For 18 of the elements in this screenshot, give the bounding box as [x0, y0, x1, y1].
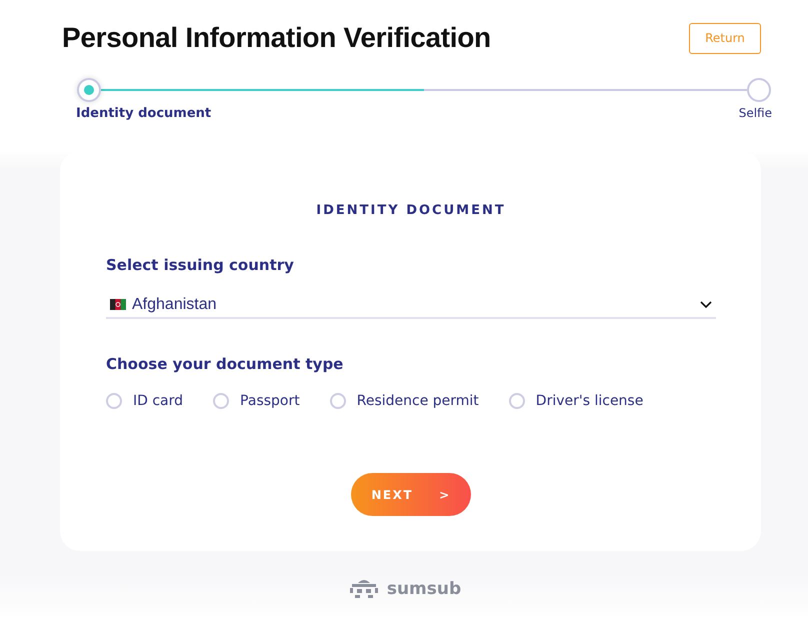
field-label: Select issuing country — [106, 256, 295, 274]
step-label: Selfie — [738, 106, 772, 121]
brand-logo: sumsub — [386, 579, 462, 599]
document-type-option[interactable]: Residence permit — [330, 393, 479, 409]
radio-button[interactable] — [106, 393, 122, 409]
document-type-option[interactable]: ID card — [106, 393, 184, 409]
card-heading: IDENTITY DOCUMENT — [315, 203, 507, 218]
chevron-down-icon — [700, 300, 712, 308]
radio-button[interactable] — [213, 393, 230, 409]
country-select[interactable]: Afghanistan — [106, 294, 716, 319]
step-label: Identity document — [76, 106, 212, 121]
radio-button[interactable] — [508, 393, 525, 409]
document-type-option[interactable]: Passport — [213, 393, 300, 409]
field-label: Choose your document type — [106, 355, 344, 373]
flag-icon — [110, 299, 126, 310]
page-title: Personal Information Verification — [62, 22, 491, 54]
radio-button[interactable] — [330, 393, 346, 409]
document-type-option[interactable]: Driver's license — [508, 393, 644, 409]
